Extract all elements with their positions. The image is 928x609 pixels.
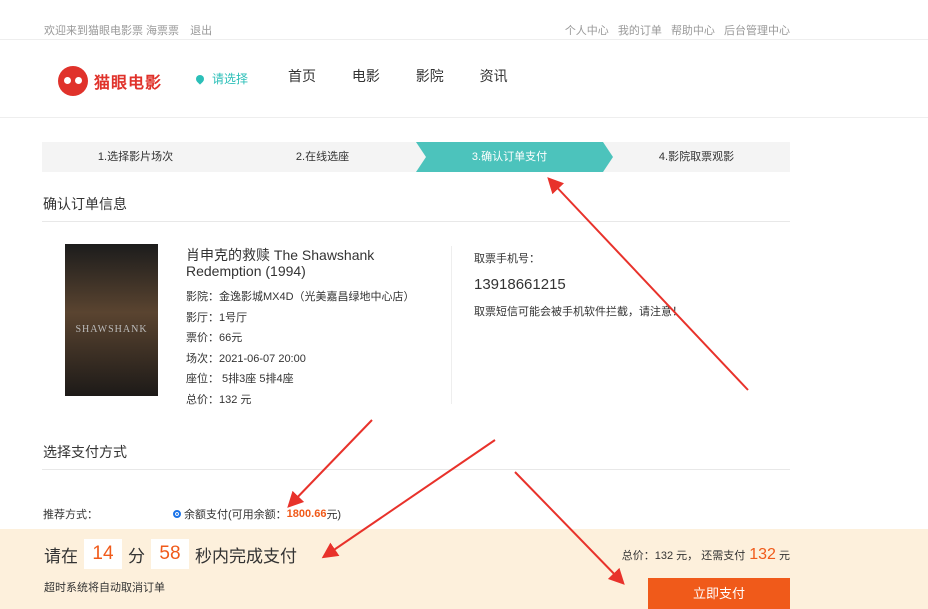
payment-method: 推荐方式： 余额支付(可用余额： 1800.66 元) — [43, 506, 341, 522]
logo-text: 猫眼电影 — [94, 75, 163, 92]
countdown-prefix: 请在 — [44, 546, 78, 566]
poster-title: SHAWSHANK — [75, 324, 148, 335]
step-select-show: 1.选择影片场次 — [42, 142, 239, 172]
main-nav: 首页 电影 影院 资讯 — [288, 66, 540, 86]
divider — [42, 221, 790, 222]
payment-bar: 请在 14 分 58 秒内完成支付 超时系统将自动取消订单 总价：132 元， … — [0, 529, 928, 609]
header: 猫眼电影 请选择 首页 电影 影院 资讯 — [0, 40, 928, 118]
step-confirm-pay: 3.确认订单支付 — [416, 142, 613, 172]
location-pin-icon — [194, 73, 206, 85]
phone-number: 13918661215 — [474, 276, 566, 293]
divider — [42, 469, 790, 470]
nav-home[interactable]: 首页 — [288, 68, 316, 84]
price-info: 票价：66元 — [186, 332, 243, 344]
balance-option-label[interactable]: 余额支付(可用余额： — [184, 506, 287, 522]
arrow-to-balance — [287, 419, 373, 508]
link-help[interactable]: 帮助中心 — [671, 25, 715, 37]
movie-info: 肖申克的救赎 The Shawshank Redemption (1994) 影… — [186, 247, 415, 410]
due-unit: 元 — [779, 550, 790, 562]
step-pickup: 4.影院取票观影 — [603, 142, 790, 172]
order-section-title: 确认订单信息 — [43, 196, 127, 212]
step-select-seat: 2.在线选座 — [229, 142, 426, 172]
amount-due: 总价：132 元， 还需支付 132 元 — [622, 546, 790, 564]
movie-title: 肖申克的救赎 The Shawshank Redemption (1994) — [186, 247, 375, 279]
minutes-unit: 分 — [128, 546, 145, 566]
link-my-orders[interactable]: 我的订单 — [618, 25, 662, 37]
timeout-hint: 超时系统将自动取消订单 — [44, 582, 165, 594]
link-user-center[interactable]: 个人中心 — [565, 25, 609, 37]
countdown-seconds: 58 — [151, 539, 189, 569]
nav-cinemas[interactable]: 影院 — [416, 68, 444, 84]
top-bar-links: 个人中心 我的订单 帮助中心 后台管理中心 — [559, 22, 790, 38]
logo[interactable]: 猫眼电影 — [58, 66, 162, 96]
balance-amount: 1800.66 — [286, 508, 327, 520]
due-amount: 132 — [749, 546, 776, 563]
pay-now-button[interactable]: 立即支付 — [648, 578, 790, 609]
countdown-suffix: 秒内完成支付 — [195, 546, 297, 566]
hall-info: 影厅：1号厅 — [186, 311, 248, 324]
link-admin[interactable]: 后台管理中心 — [724, 25, 790, 37]
showtime-info: 场次：2021-06-07 20:00 — [186, 352, 306, 365]
nav-news[interactable]: 资讯 — [480, 68, 508, 84]
progress-steps: 1.选择影片场次 2.在线选座 3.确认订单支付 4.影院取票观影 — [42, 142, 790, 172]
movie-poster: SHAWSHANK — [65, 244, 158, 396]
column-divider — [451, 246, 452, 404]
phone-label: 取票手机号： — [474, 253, 540, 265]
phone-note: 取票短信可能会被手机软件拦截，请注意！ — [474, 306, 683, 318]
cinema-info: 影院：金逸影城MX4D（光美嘉昌绿地中心店） — [186, 291, 415, 303]
logout-link[interactable]: 退出 — [190, 25, 212, 37]
payment-label: 推荐方式： — [43, 509, 98, 521]
total-text: 总价：132 元， 还需支付 — [621, 550, 746, 562]
cat-logo-icon — [58, 66, 88, 96]
seat-info: 座位： 5排3座 5排4座 — [186, 373, 294, 385]
total-info: 总价：132 元 — [186, 393, 252, 406]
countdown: 请在 14 分 58 秒内完成支付 — [44, 539, 297, 569]
payment-section-title: 选择支付方式 — [43, 444, 127, 460]
top-bar: 欢迎来到猫眼电影票 海票票 退出 个人中心 我的订单 帮助中心 后台管理中心 — [0, 0, 928, 40]
welcome-text: 欢迎来到猫眼电影票 海票票 — [44, 25, 180, 37]
phone-info: 取票手机号： 13918661215 取票短信可能会被手机软件拦截，请注意！ — [474, 250, 683, 319]
city-label: 请选择 — [212, 72, 249, 86]
countdown-minutes: 14 — [84, 539, 122, 569]
nav-movies[interactable]: 电影 — [352, 68, 380, 84]
city-selector[interactable]: 请选择 — [194, 70, 249, 87]
top-bar-left: 欢迎来到猫眼电影票 海票票 退出 — [44, 22, 220, 38]
balance-option-end: 元) — [326, 509, 342, 521]
balance-radio[interactable] — [173, 510, 181, 518]
